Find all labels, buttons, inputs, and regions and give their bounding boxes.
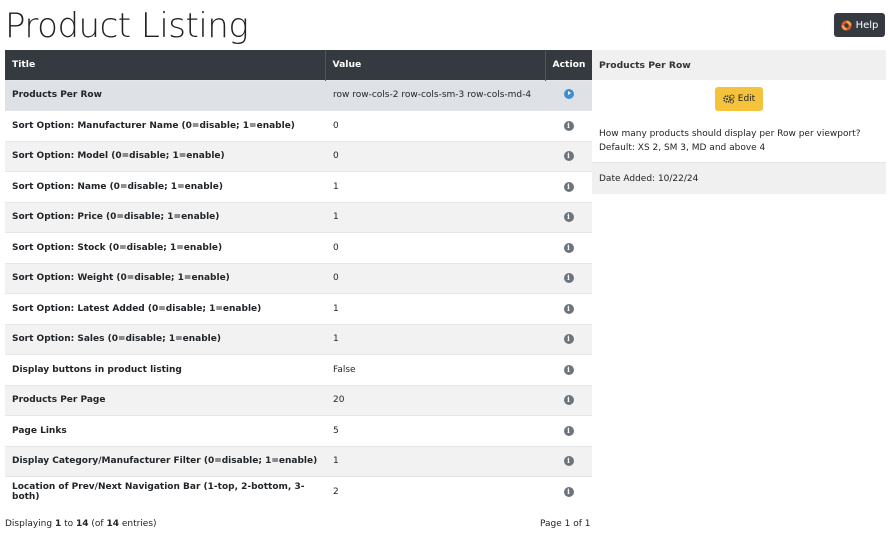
edit-label: Edit <box>737 94 756 104</box>
table-row[interactable]: Sort Option: Name (0=disable; 1=enable) 1… <box>5 171 592 202</box>
row-action: i <box>545 201 592 233</box>
table-row[interactable]: Sort Option: Stock (0=disable; 1=enable)… <box>5 232 592 263</box>
info-icon[interactable]: i <box>563 151 574 162</box>
summary-to: 14 <box>75 519 89 529</box>
row-title: Sort Option: Latest Added (0=disable; 1=… <box>5 293 325 324</box>
row-title: Location of Prev/Next Navigation Bar (1-… <box>5 476 325 507</box>
row-action: i <box>545 232 592 263</box>
description-line: Default: XS 2, SM 3, MD and above 4 <box>599 143 766 153</box>
table-row[interactable]: Display buttons in product listing False i <box>5 354 592 385</box>
row-title: Sort Option: Sales (0=disable; 1=enable) <box>5 323 325 355</box>
row-value: 2 <box>325 476 545 507</box>
table-row[interactable]: Sort Option: Sales (0=disable; 1=enable)… <box>5 323 592 355</box>
row-value: row row-cols-2 row-cols-sm-3 row-cols-md… <box>325 79 545 111</box>
row-value: 5 <box>325 415 545 446</box>
row-title: Sort Option: Name (0=disable; 1=enable) <box>5 171 325 202</box>
info-icon[interactable]: i <box>563 120 574 131</box>
row-action <box>545 79 592 111</box>
row-value: 1 <box>325 293 545 324</box>
row-title: Page Links <box>5 415 325 446</box>
row-title: Products Per Page <box>5 384 325 416</box>
column-header-value[interactable]: Value <box>325 50 546 80</box>
table-row[interactable]: Sort Option: Model (0=disable; 1=enable)… <box>5 140 592 172</box>
row-value: 1 <box>325 171 545 202</box>
help-button[interactable]: Help <box>834 13 885 37</box>
info-icon[interactable]: i <box>563 181 574 192</box>
table-header-row: Title Value Action <box>5 50 592 80</box>
row-action: i <box>545 415 592 446</box>
table-row[interactable]: Sort Option: Price (0=disable; 1=enable)… <box>5 201 592 233</box>
configuration-table: Title Value Action Products Per Row row r… <box>5 50 592 507</box>
row-action: i <box>545 384 592 416</box>
info-icon[interactable]: i <box>563 395 574 406</box>
row-action: i <box>545 323 592 355</box>
row-value: 0 <box>325 232 545 263</box>
row-action: i <box>545 476 592 507</box>
page-title: Product Listing <box>5 6 249 46</box>
side-panel-description: How many products should display per Row… <box>592 118 886 162</box>
row-action: i <box>545 262 592 294</box>
date-added: Date Added: 10/22/24 <box>592 162 886 194</box>
row-action: i <box>545 171 592 202</box>
summary-entries: entries) <box>118 519 157 529</box>
side-panel-actions: Edit <box>592 80 886 118</box>
row-action: i <box>545 293 592 324</box>
row-title: Sort Option: Weight (0=disable; 1=enable… <box>5 262 325 294</box>
row-action: i <box>545 140 592 172</box>
row-value: 0 <box>325 262 545 294</box>
row-value: 20 <box>325 384 545 416</box>
row-value: 0 <box>325 140 545 172</box>
row-title: Display buttons in product listing <box>5 354 325 385</box>
pagination-summary: Displaying 1 to 14 (of 14 entries) <box>5 519 157 529</box>
column-header-action: Action <box>545 50 592 80</box>
info-icon[interactable]: i <box>563 364 574 375</box>
row-action: i <box>545 354 592 385</box>
row-value: 1 <box>325 323 545 355</box>
table-row[interactable]: Products Per Page 20 i <box>5 384 592 416</box>
side-panel: Products Per Row Edit How many products … <box>592 50 886 194</box>
table-row[interactable]: Display Category/Manufacturer Filter (0=… <box>5 445 592 477</box>
column-header-title[interactable]: Title <box>5 50 326 80</box>
info-icon[interactable]: i <box>563 456 574 467</box>
table-row[interactable]: Page Links 5 i <box>5 415 592 446</box>
row-value: 0 <box>325 110 545 141</box>
row-title: Sort Option: Price (0=disable; 1=enable) <box>5 201 325 233</box>
info-icon[interactable]: i <box>563 303 574 314</box>
info-icon[interactable]: i <box>563 425 574 436</box>
info-icon[interactable]: i <box>563 212 574 223</box>
lifebuoy-icon <box>841 19 852 31</box>
edit-button[interactable]: Edit <box>715 87 763 111</box>
side-panel-heading: Products Per Row <box>592 50 886 80</box>
description-line: How many products should display per Row… <box>599 129 861 139</box>
info-icon[interactable]: i <box>563 273 574 284</box>
info-icon[interactable]: i <box>563 334 574 345</box>
gears-icon <box>722 94 735 104</box>
info-icon[interactable]: i <box>563 242 574 253</box>
help-label: Help <box>855 19 879 31</box>
row-value: 1 <box>325 201 545 233</box>
summary-total: 14 <box>106 519 119 529</box>
table-row[interactable]: Sort Option: Manufacturer Name (0=disabl… <box>5 110 592 141</box>
page-info: Page 1 of 1 <box>540 519 591 529</box>
row-value: 1 <box>325 445 545 477</box>
table-row[interactable]: Sort Option: Latest Added (0=disable; 1=… <box>5 293 592 324</box>
table-row[interactable]: Sort Option: Weight (0=disable; 1=enable… <box>5 262 592 294</box>
table-row[interactable]: Products Per Row row row-cols-2 row-cols-… <box>5 79 592 111</box>
row-title: Display Category/Manufacturer Filter (0=… <box>5 445 325 477</box>
summary-prefix: Displaying <box>5 519 55 529</box>
summary-to-word: to <box>61 519 76 529</box>
row-title: Sort Option: Stock (0=disable; 1=enable) <box>5 232 325 263</box>
summary-of: (of <box>88 519 107 529</box>
table-row[interactable]: Location of Prev/Next Navigation Bar (1-… <box>5 476 592 507</box>
row-title: Sort Option: Manufacturer Name (0=disabl… <box>5 110 325 141</box>
arrow-right-circle-icon[interactable] <box>563 88 574 99</box>
row-value: False <box>325 354 545 385</box>
row-action: i <box>545 445 592 477</box>
row-action: i <box>545 110 592 141</box>
row-title: Products Per Row <box>5 79 325 111</box>
row-title: Sort Option: Model (0=disable; 1=enable) <box>5 140 325 172</box>
info-icon[interactable]: i <box>563 487 574 497</box>
